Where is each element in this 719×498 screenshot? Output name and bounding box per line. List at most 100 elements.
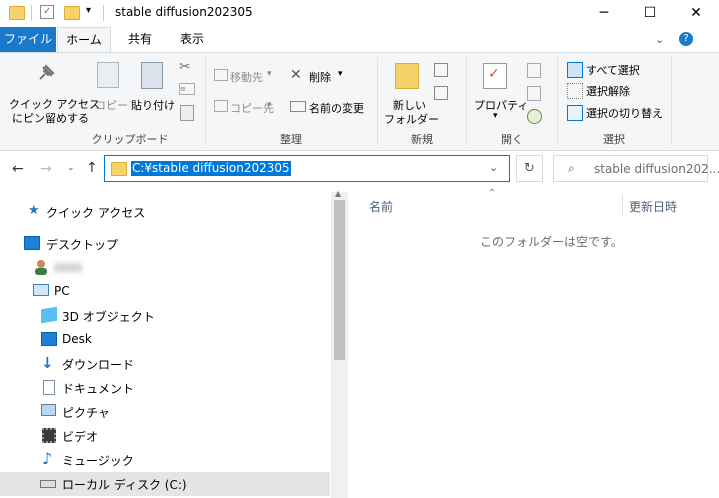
organize-group-label: 整理 bbox=[280, 133, 302, 146]
search-box[interactable]: ⌕ stable diffusion202... bbox=[553, 155, 719, 182]
delete-icon: ✕ bbox=[290, 67, 302, 83]
help-icon[interactable]: ? bbox=[679, 32, 693, 46]
divider bbox=[103, 5, 104, 21]
select-none-button[interactable]: 選択解除 bbox=[586, 83, 630, 99]
nav-videos[interactable]: ビデオ bbox=[0, 424, 330, 448]
folder-icon bbox=[111, 162, 127, 176]
nav-label: 3D オブジェクト bbox=[62, 310, 155, 324]
minimize-button[interactable]: ─ bbox=[581, 0, 627, 27]
edit-icon[interactable] bbox=[527, 86, 541, 101]
properties-qat-icon[interactable]: ✓ bbox=[40, 5, 54, 19]
nav-label: ドキュメント bbox=[62, 382, 135, 396]
folder-icon bbox=[9, 6, 25, 20]
easy-access-icon[interactable] bbox=[434, 86, 448, 100]
tab-file[interactable]: ファイル bbox=[0, 27, 56, 52]
nav-label: ビデオ bbox=[62, 430, 99, 444]
column-header-name[interactable]: 名前 bbox=[369, 198, 393, 215]
sort-ascending-icon: ⌃ bbox=[488, 188, 497, 199]
properties-icon: ✓ bbox=[483, 63, 507, 89]
select-all-button[interactable]: すべて選択 bbox=[586, 62, 640, 78]
open-icon[interactable] bbox=[527, 63, 541, 78]
nav-quick-access[interactable]: ★ クイック アクセス bbox=[0, 200, 330, 224]
user-icon bbox=[34, 259, 48, 275]
nav-pictures[interactable]: ピクチャ bbox=[0, 400, 330, 424]
move-to-button[interactable]: 移動先 bbox=[230, 69, 263, 85]
new-group-label: 新規 bbox=[411, 133, 433, 146]
address-bar[interactable]: C:¥stable diffusion202305 ⌄ bbox=[104, 155, 510, 182]
pin-quick-access-label-2[interactable]: にピン留めする bbox=[12, 110, 89, 126]
download-arrow-icon: ↓ bbox=[41, 354, 54, 372]
select-group-label: 選択 bbox=[603, 133, 625, 146]
pin-icon bbox=[34, 63, 56, 85]
new-folder-label-2[interactable]: フォルダー bbox=[384, 111, 439, 127]
divider bbox=[31, 5, 32, 21]
empty-folder-message: このフォルダーは空です。 bbox=[480, 235, 623, 249]
column-header-date[interactable]: 更新日時 bbox=[629, 198, 677, 215]
scrollbar-thumb[interactable] bbox=[334, 200, 345, 360]
nav-pc[interactable]: PC bbox=[0, 280, 330, 304]
history-icon[interactable] bbox=[527, 109, 542, 124]
properties-button[interactable]: プロパティ bbox=[474, 97, 528, 113]
nav-label: ローカル ディスク (C:) bbox=[62, 478, 187, 492]
search-placeholder[interactable]: stable diffusion202... bbox=[594, 162, 719, 176]
nav-label: ミュージック bbox=[62, 454, 134, 468]
nav-user[interactable] bbox=[0, 256, 330, 280]
address-path[interactable]: C:¥stable diffusion202305 bbox=[131, 161, 291, 176]
navigation-bar: ← → ⌄ ↑ C:¥stable diffusion202305 ⌄ ↻ ⌕ … bbox=[0, 151, 719, 189]
star-icon: ★ bbox=[28, 203, 40, 218]
refresh-button[interactable]: ↻ bbox=[516, 155, 543, 182]
picture-icon bbox=[41, 404, 56, 416]
ribbon: クイック アクセス にピン留めする コピー 貼り付け ✂ ≡ クリップボード 移… bbox=[0, 52, 719, 151]
nav-label: デスクトップ bbox=[46, 238, 119, 252]
open-group-label: 開く bbox=[501, 133, 523, 146]
film-icon bbox=[42, 428, 56, 443]
paste-button[interactable]: 貼り付け bbox=[131, 97, 175, 113]
pc-icon bbox=[33, 284, 49, 296]
select-all-icon bbox=[567, 62, 583, 78]
column-divider[interactable] bbox=[622, 194, 623, 216]
back-arrow-icon[interactable]: ← bbox=[12, 161, 24, 177]
chevron-down-icon: ▾ bbox=[338, 69, 343, 79]
search-icon: ⌕ bbox=[568, 161, 575, 175]
drive-icon bbox=[40, 480, 56, 488]
tab-share[interactable]: 共有 bbox=[116, 27, 164, 52]
address-dropdown-icon[interactable]: ⌄ bbox=[489, 161, 498, 174]
new-folder-qat-icon[interactable] bbox=[64, 6, 80, 20]
chevron-down-icon[interactable]: ⌄ bbox=[655, 33, 664, 46]
invert-selection-button[interactable]: 選択の切り替え bbox=[586, 105, 663, 121]
chevron-down-icon: ▾ bbox=[267, 69, 272, 79]
nav-local-disk[interactable]: ローカル ディスク (C:) bbox=[0, 472, 330, 496]
nav-desktop[interactable]: デスクトップ bbox=[0, 232, 330, 256]
paste-shortcut-icon[interactable] bbox=[180, 105, 194, 121]
rename-button[interactable]: 名前の変更 bbox=[309, 100, 364, 116]
cube-icon bbox=[41, 306, 57, 324]
divider bbox=[671, 57, 672, 145]
nav-3d-objects[interactable]: 3D オブジェクト bbox=[0, 304, 330, 328]
delete-button[interactable]: 削除 bbox=[309, 69, 331, 85]
chevron-down-icon: ▾ bbox=[267, 100, 272, 110]
redacted-user-name bbox=[54, 263, 82, 272]
desktop-icon bbox=[24, 236, 40, 250]
window-title: stable diffusion202305 bbox=[115, 5, 253, 19]
qat-dropdown-icon[interactable]: ▾ bbox=[86, 5, 91, 16]
tab-home[interactable]: ホーム bbox=[57, 27, 111, 52]
recent-locations-icon[interactable]: ⌄ bbox=[67, 163, 75, 173]
copy-button[interactable]: コピー bbox=[95, 97, 128, 113]
cut-icon[interactable]: ✂ bbox=[179, 59, 191, 75]
nav-label: クイック アクセス bbox=[46, 206, 146, 220]
invert-selection-icon bbox=[567, 105, 583, 121]
nav-downloads[interactable]: ↓ ダウンロード bbox=[0, 352, 330, 376]
up-arrow-icon[interactable]: ↑ bbox=[86, 160, 98, 176]
maximize-button[interactable]: ☐ bbox=[627, 0, 673, 27]
copy-path-icon[interactable]: ≡ bbox=[179, 83, 195, 95]
nav-documents[interactable]: ドキュメント bbox=[0, 376, 330, 400]
new-item-icon[interactable] bbox=[434, 63, 448, 77]
scroll-up-icon[interactable]: ▲ bbox=[335, 189, 341, 198]
chevron-down-icon: ▾ bbox=[493, 111, 498, 121]
forward-arrow-icon[interactable]: → bbox=[40, 161, 52, 177]
close-button[interactable]: ✕ bbox=[673, 0, 719, 27]
nav-music[interactable]: ♪ ミュージック bbox=[0, 448, 330, 472]
tab-view[interactable]: 表示 bbox=[168, 27, 216, 52]
nav-pane-scrollbar[interactable]: ▲ bbox=[331, 189, 348, 498]
nav-desk[interactable]: Desk bbox=[0, 328, 330, 352]
